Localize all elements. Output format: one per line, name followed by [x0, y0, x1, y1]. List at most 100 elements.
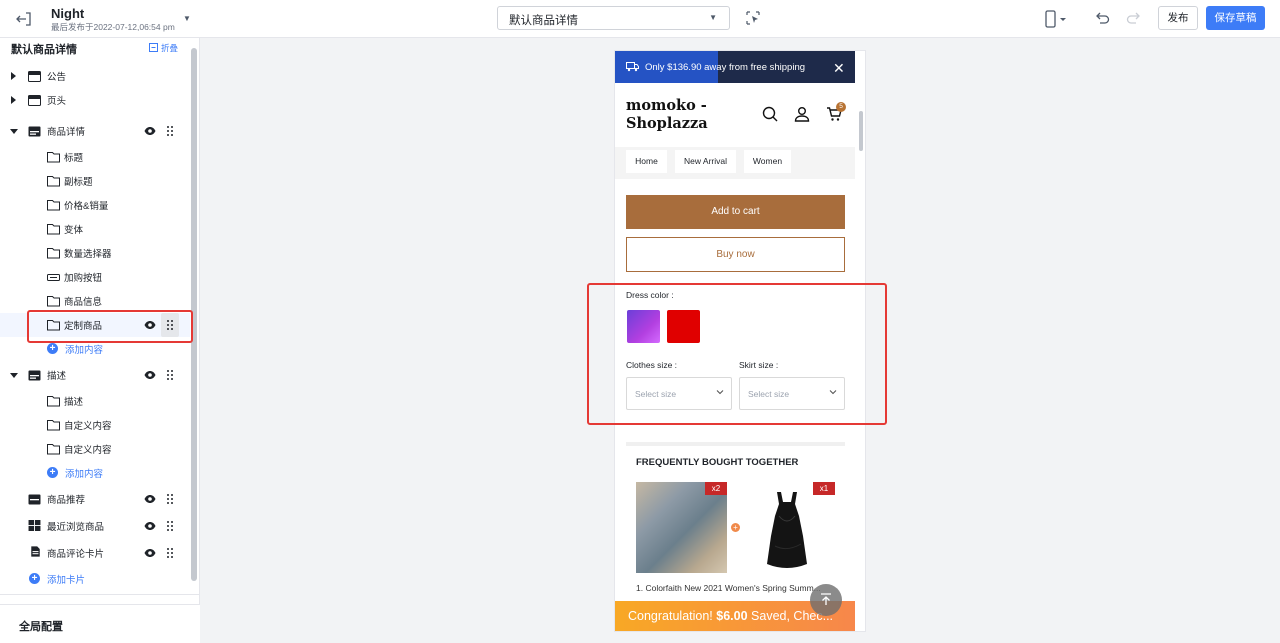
sidebar-item-product-details[interactable]: 商品详情 [0, 119, 190, 143]
expand-arrow-icon[interactable] [11, 96, 16, 104]
document-icon [31, 546, 40, 557]
search-icon[interactable] [762, 106, 778, 122]
block-icon [47, 420, 60, 431]
sidebar-item-label: 数量选择器 [64, 249, 112, 260]
block-icon [47, 200, 60, 211]
store-logo[interactable]: momoko - Shoplazza [626, 97, 726, 133]
section-icon [28, 71, 41, 82]
sidebar-item-label: 商品推荐 [47, 495, 86, 506]
theme-last-published: 最后发布于2022-07-12,06:54 pm [51, 22, 175, 32]
add-card-label: 添加卡片 [47, 575, 86, 586]
save-draft-button[interactable]: 保存草稿 [1206, 6, 1265, 30]
global-config-label: 全局配置 [19, 621, 63, 633]
plus-icon: + [47, 343, 58, 354]
congrats-amount: $6.00 [716, 609, 748, 623]
sidebar-item-price-sales[interactable]: 价格&销量 [0, 193, 190, 217]
sidebar-item-label: 商品信息 [64, 297, 103, 308]
sidebar-item-label: 加购按钮 [64, 273, 103, 284]
sidebar-item-title[interactable]: 标题 [0, 145, 190, 169]
collapse-arrow-icon[interactable] [10, 129, 18, 134]
block-icon [47, 176, 60, 187]
sidebar-item-quantity-selector[interactable]: 数量选择器 [0, 241, 190, 265]
button-block-icon [47, 274, 60, 281]
sidebar-item-label: 标题 [64, 153, 84, 164]
close-icon[interactable]: ✕ [833, 60, 845, 77]
collapse-arrow-icon[interactable] [10, 373, 18, 378]
drag-handle-icon[interactable] [166, 493, 174, 505]
block-icon [47, 444, 60, 455]
sidebar-item-label: 商品评论卡片 [47, 549, 105, 560]
sidebar-item-label: 页头 [47, 96, 67, 107]
nav-item-home[interactable]: Home [626, 150, 667, 173]
add-to-cart-button[interactable]: Add to cart [626, 195, 845, 229]
theme-name[interactable]: Night [51, 6, 84, 21]
eye-icon[interactable] [144, 125, 156, 137]
expand-arrow-icon[interactable] [11, 72, 16, 80]
sidebar-item-label: 公告 [47, 72, 67, 83]
mobile-device-icon[interactable] [1044, 10, 1070, 28]
element-select-icon[interactable] [746, 11, 760, 25]
drag-handle-icon[interactable] [166, 520, 174, 532]
chevron-down-icon: ▼ [709, 13, 717, 22]
global-config-bar[interactable]: 全局配置 [0, 604, 200, 643]
user-icon[interactable] [794, 106, 810, 122]
drag-handle-icon[interactable] [166, 547, 174, 559]
plus-icon: + [731, 523, 740, 532]
sidebar-item-custom-content[interactable]: 自定义内容 [0, 437, 190, 461]
publish-button[interactable]: 发布 [1158, 6, 1198, 30]
sidebar-item-description[interactable]: 描述 [0, 363, 190, 387]
section-icon [28, 370, 41, 381]
sidebar-item-label: 最近浏览商品 [47, 522, 105, 533]
sidebar-item-label: 自定义内容 [64, 421, 112, 432]
exit-icon[interactable] [14, 9, 34, 29]
sidebar-item-product-recommendations[interactable]: 商品推荐 [0, 487, 190, 511]
page-select[interactable]: 默认商品详情 ▼ [497, 6, 730, 30]
drag-handle-icon[interactable] [166, 369, 174, 381]
eye-icon[interactable] [144, 547, 156, 559]
section-icon [28, 126, 41, 137]
sidebar-item-label: 描述 [47, 371, 67, 382]
collapse-button[interactable]: 折叠 [149, 42, 178, 54]
block-icon [47, 248, 60, 259]
preview-scrollbar[interactable] [859, 111, 863, 151]
sidebar-item-product-reviews[interactable]: 商品评论卡片 [0, 541, 190, 565]
page-select-value: 默认商品详情 [509, 15, 578, 27]
add-content-label: 添加内容 [65, 469, 104, 480]
sidebar-item-variant[interactable]: 变体 [0, 217, 190, 241]
block-icon [47, 396, 60, 407]
section-icon [28, 95, 41, 106]
eye-icon[interactable] [144, 493, 156, 505]
block-icon [47, 152, 60, 163]
add-content-label: 添加内容 [65, 345, 104, 356]
cart-count-badge: 5 [836, 102, 846, 112]
divider [626, 442, 845, 446]
eye-icon[interactable] [144, 369, 156, 381]
plus-icon: + [47, 467, 58, 478]
theme-dropdown-icon[interactable]: ▼ [183, 14, 191, 23]
sidebar-item-announcement[interactable]: 公告 [0, 64, 190, 88]
nav-item-new-arrival[interactable]: New Arrival [675, 150, 736, 173]
buy-now-button[interactable]: Buy now [626, 237, 845, 272]
sidebar-item-recently-viewed[interactable]: 最近浏览商品 [0, 514, 190, 538]
product-image-1[interactable]: x2 [636, 482, 727, 573]
sidebar-item-description-block[interactable]: 描述 [0, 389, 190, 413]
undo-icon[interactable] [1094, 10, 1110, 26]
sidebar-item-add-to-cart-button[interactable]: 加购按钮 [0, 265, 190, 289]
nav-item-women[interactable]: Women [744, 150, 791, 173]
back-to-top-button[interactable] [810, 584, 842, 616]
sidebar-item-header[interactable]: 页头 [0, 88, 190, 112]
add-card-button[interactable]: + 添加卡片 [0, 567, 190, 591]
product-image-2[interactable]: x1 [741, 482, 835, 573]
sidebar-item-label: 描述 [64, 397, 84, 408]
redo-icon[interactable] [1126, 10, 1142, 26]
sidebar-item-label: 价格&销量 [64, 201, 109, 212]
nav-bar: Home New Arrival Women [615, 147, 855, 179]
product-caption[interactable]: 1. Colorfaith New 2021 Women's Spring Su… [636, 583, 836, 593]
drag-handle-icon[interactable] [166, 125, 174, 137]
sidebar-title: 默认商品详情 [11, 44, 77, 56]
sidebar-item-custom-content[interactable]: 自定义内容 [0, 413, 190, 437]
free-shipping-banner: Only $136.90 away from free shipping ✕ [615, 51, 855, 83]
sidebar-item-subtitle[interactable]: 副标题 [0, 169, 190, 193]
add-content-button[interactable]: + 添加内容 [0, 461, 190, 485]
eye-icon[interactable] [144, 520, 156, 532]
